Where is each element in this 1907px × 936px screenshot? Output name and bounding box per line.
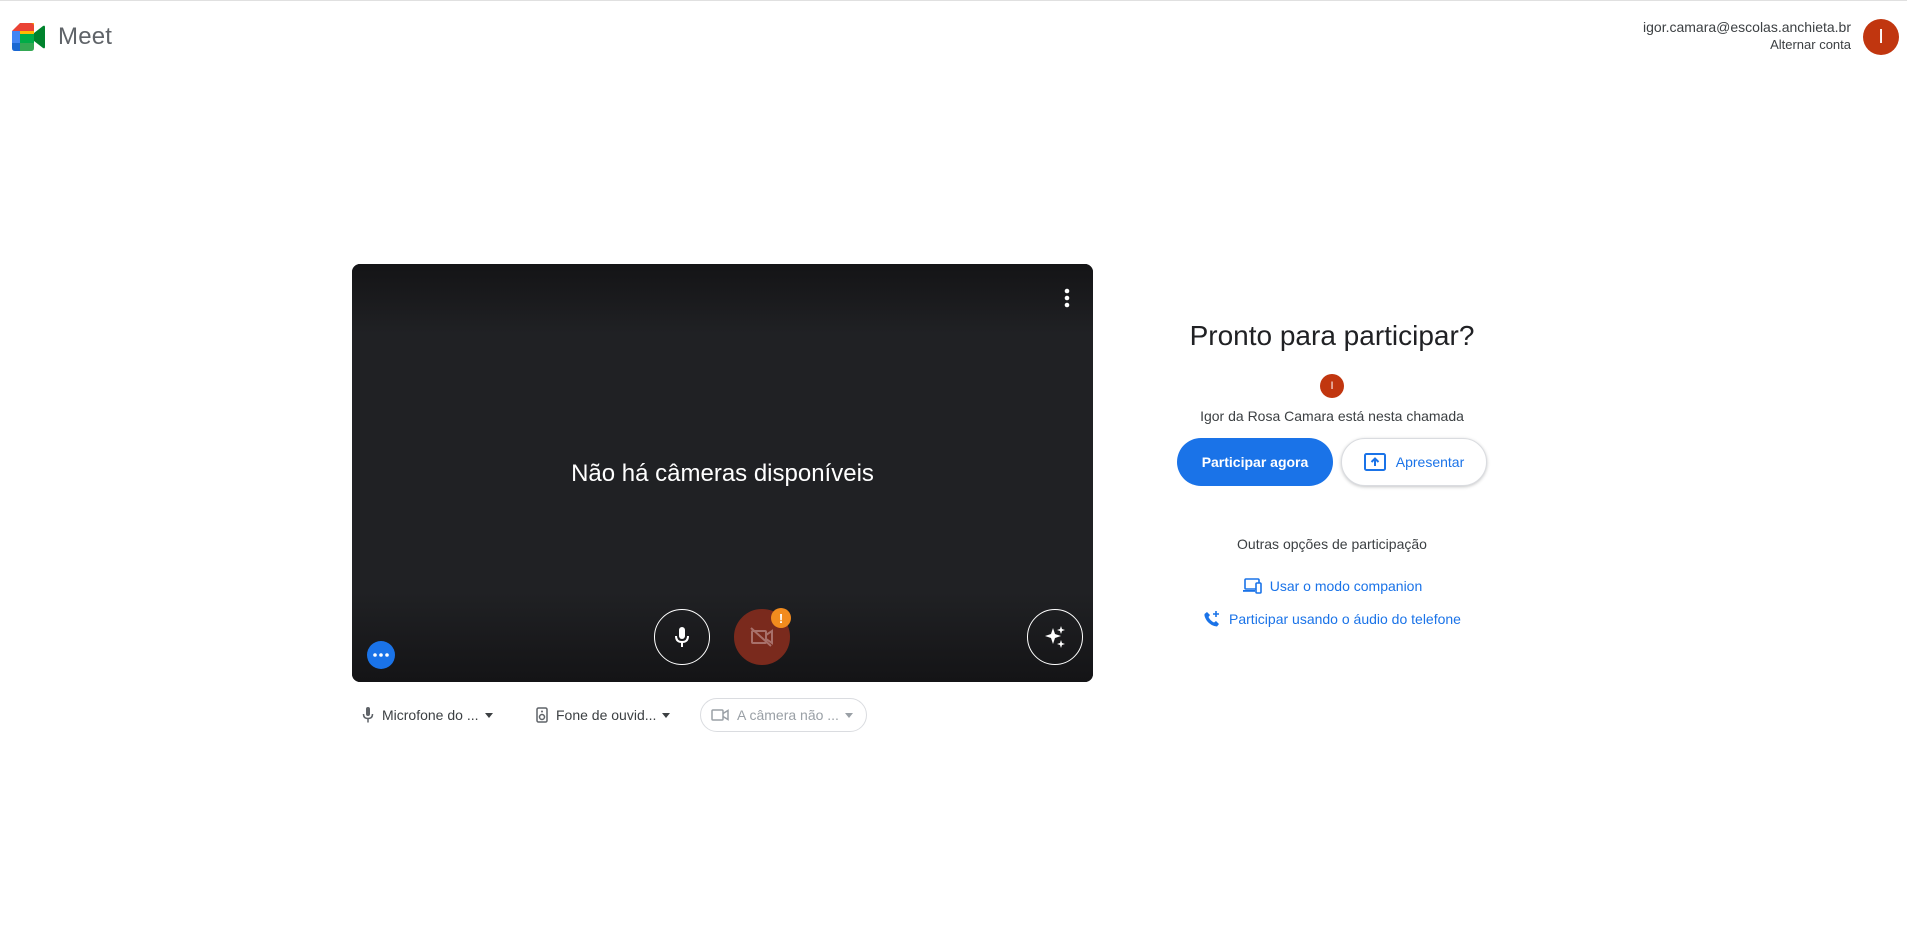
microphone-toggle-button[interactable]: [654, 609, 710, 665]
mic-icon: [675, 627, 689, 647]
more-horiz-icon: [373, 653, 389, 657]
speaker-select-label: Fone de ouvid...: [556, 707, 657, 723]
join-actions: Participar agora Apresentar: [1150, 438, 1514, 486]
account-avatar[interactable]: I: [1863, 19, 1899, 55]
companion-mode-label: Usar o modo companion: [1269, 578, 1423, 594]
sparkle-effects-icon: [1045, 626, 1065, 648]
participant-avatar: I: [1320, 374, 1344, 398]
app-name: Meet: [58, 23, 113, 50]
other-options-title: Outras opções de participação: [1237, 536, 1427, 552]
more-vert-icon: [1064, 288, 1070, 308]
more-actions-button[interactable]: [367, 641, 395, 669]
chevron-down-icon: [484, 712, 493, 718]
meet-logo[interactable]: Meet: [12, 23, 112, 51]
account-email: igor.camara@escolas.anchieta.br: [1643, 19, 1851, 35]
join-panel: Pronto para participar? I Igor da Rosa C…: [1150, 320, 1514, 628]
companion-mode-link[interactable]: Usar o modo companion: [1150, 578, 1514, 594]
visual-effects-button[interactable]: [1027, 609, 1083, 665]
switch-account-link[interactable]: Alternar conta: [1643, 36, 1851, 53]
video-preview: Não há câmeras disponíveis !: [352, 264, 1093, 682]
present-screen-icon: [1363, 453, 1386, 471]
more-options-button[interactable]: [1053, 284, 1081, 312]
camera-warning-badge: !: [771, 608, 791, 628]
join-now-button[interactable]: Participar agora: [1177, 438, 1333, 486]
meet-logo-icon: [12, 23, 45, 51]
chevron-down-icon: [844, 712, 853, 718]
microphone-select-label: Microfone do ...: [382, 707, 479, 723]
phone-audio-label: Participar usando o áudio do telefone: [1229, 611, 1461, 627]
camera-select-label: A câmera não ...: [737, 707, 839, 723]
no-camera-message: Não há câmeras disponíveis: [571, 460, 874, 487]
present-button-label: Apresentar: [1395, 454, 1465, 470]
present-button[interactable]: Apresentar: [1341, 438, 1487, 486]
mic-icon: [362, 707, 374, 723]
speaker-icon: [536, 707, 548, 723]
phone-add-icon: [1204, 611, 1220, 627]
microphone-select[interactable]: Microfone do ...: [362, 698, 493, 732]
ready-title: Pronto para participar?: [1189, 320, 1475, 351]
header: Meet igor.camara@escolas.anchieta.br Alt…: [0, 0, 1907, 76]
companion-devices-icon: [1242, 578, 1262, 594]
camera-off-icon: [750, 627, 773, 647]
in-call-text: Igor da Rosa Camara está nesta chamada: [1200, 408, 1464, 424]
chevron-down-icon: [662, 712, 671, 718]
camera-toggle-button[interactable]: !: [734, 608, 791, 665]
camera-select[interactable]: A câmera não ...: [700, 698, 867, 732]
video-camera-icon: [711, 709, 729, 721]
account-info: igor.camara@escolas.anchieta.br Alternar…: [1643, 19, 1851, 53]
phone-audio-link[interactable]: Participar usando o áudio do telefone: [1150, 610, 1514, 628]
speaker-select[interactable]: Fone de ouvid...: [536, 698, 671, 732]
